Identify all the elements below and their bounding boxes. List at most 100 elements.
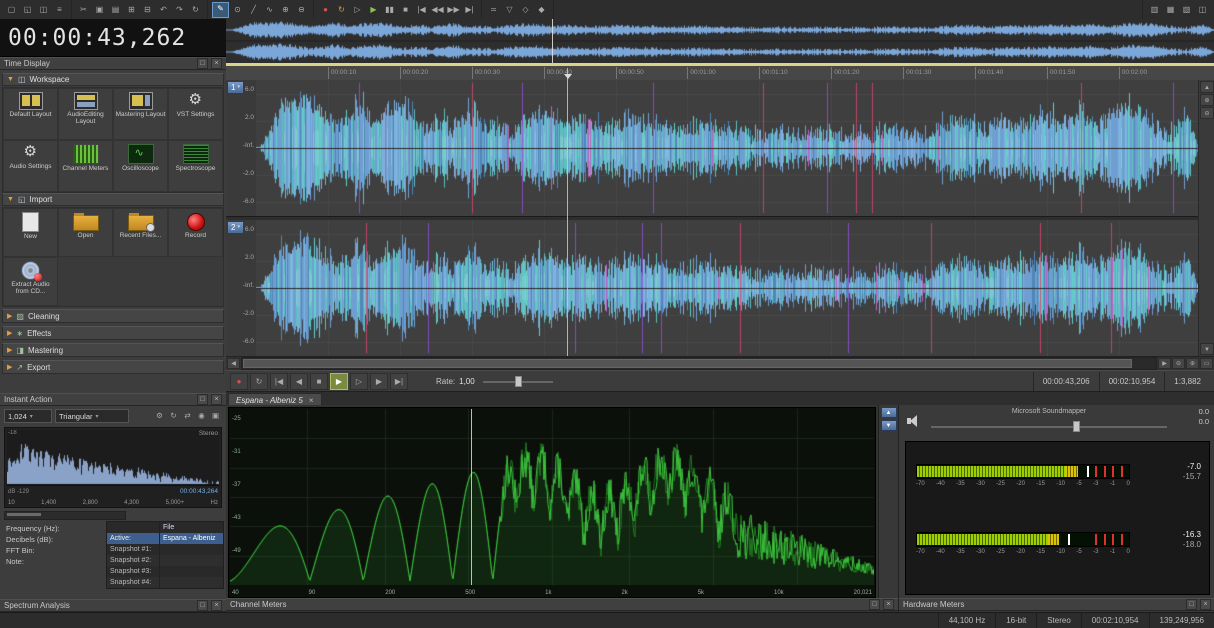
playhead-line[interactable] — [567, 68, 568, 356]
pause-icon[interactable]: ▮▮ — [382, 3, 397, 17]
workspace-item-default-layout[interactable]: Default Layout — [3, 88, 58, 140]
copy-icon[interactable]: ▣ — [92, 3, 107, 17]
workspace-item-channel-meters[interactable]: Channel Meters — [58, 140, 113, 192]
explorer-window-icon[interactable]: ◫ — [1195, 3, 1210, 17]
go-to-end-icon[interactable]: ▶| — [390, 372, 408, 390]
stop-icon[interactable]: ■ — [310, 372, 328, 390]
undock-icon[interactable]: □ — [197, 394, 208, 405]
close-icon[interactable]: × — [211, 58, 222, 69]
go-to-start-icon[interactable]: |◀ — [414, 3, 429, 17]
slider-thumb[interactable] — [1073, 421, 1080, 432]
speaker-icon[interactable] — [907, 415, 921, 427]
file-overview-strip[interactable] — [226, 19, 1214, 64]
go-to-start-icon[interactable]: |◀ — [270, 372, 288, 390]
zoom-in-vertical-icon[interactable]: ⊕ — [1200, 94, 1214, 106]
envelope-tool-icon[interactable]: ∿ — [262, 3, 277, 17]
overview-waveform-canvas[interactable] — [226, 19, 1214, 63]
snapshot-camera-icon[interactable]: ◉ — [195, 409, 208, 423]
close-icon[interactable]: × — [1200, 599, 1211, 610]
zoom-selection-icon[interactable]: ▭ — [1200, 358, 1213, 369]
settings-icon[interactable]: ⚙ — [153, 409, 166, 423]
zoom-in-icon[interactable]: ⊕ — [278, 3, 293, 17]
fft-size-select[interactable]: 1,024 ▾ — [4, 409, 52, 423]
scroll-thumb[interactable] — [7, 513, 41, 516]
zoom-in-time-icon[interactable]: ⊕ — [1186, 358, 1199, 369]
slider-thumb[interactable] — [514, 375, 522, 387]
scroll-left-icon[interactable]: ◀ — [227, 358, 240, 369]
output-gain-slider[interactable] — [931, 421, 1167, 432]
undock-icon[interactable]: □ — [869, 599, 880, 610]
new-file-icon[interactable]: ▢ — [4, 3, 19, 17]
redo-icon[interactable]: ↷ — [172, 3, 187, 17]
play-normal-icon[interactable]: ▷ — [350, 372, 368, 390]
window-function-select[interactable]: Triangular ▾ — [55, 409, 129, 423]
scrollbar-thumb[interactable] — [243, 359, 1132, 368]
workspace-item-audio-settings[interactable]: Audio Settings — [3, 140, 58, 192]
sync-icon[interactable]: ⇄ — [181, 409, 194, 423]
marker-icon[interactable]: ▽ — [502, 3, 517, 17]
mixer-window-icon[interactable]: ▥ — [1147, 3, 1162, 17]
refresh-icon[interactable]: ↻ — [167, 409, 180, 423]
channel-2-waveform-canvas[interactable] — [256, 220, 1198, 356]
section-cleaning[interactable]: ▶ ▨ Cleaning — [2, 309, 224, 323]
section-mastering[interactable]: ▶ ◨ Mastering — [2, 343, 224, 357]
undo-icon[interactable]: ↶ — [156, 3, 171, 17]
forward-icon[interactable]: ▶ — [370, 372, 388, 390]
scroll-up-icon[interactable]: ▲ — [1200, 81, 1214, 93]
table-row-active[interactable]: Active: Espana - Albeniz — [107, 533, 223, 544]
forward-icon[interactable]: ▶▶ — [446, 3, 461, 17]
channel-1-waveform-canvas[interactable] — [256, 80, 1198, 216]
save-icon[interactable]: ◫ — [36, 3, 51, 17]
section-effects[interactable]: ▶ ∗ Effects — [2, 326, 224, 340]
channel-1-wave-area[interactable] — [256, 80, 1198, 216]
undock-icon[interactable]: □ — [1186, 599, 1197, 610]
region-icon[interactable]: ◇ — [518, 3, 533, 17]
close-icon[interactable]: × — [883, 599, 894, 610]
snap-icon[interactable]: ≍ — [486, 3, 501, 17]
playhead-marker-icon[interactable] — [564, 74, 572, 79]
plugin-chain-icon[interactable]: ▧ — [1179, 3, 1194, 17]
rewind-icon[interactable]: ◀ — [290, 372, 308, 390]
import-item-record[interactable]: Record — [168, 208, 223, 257]
cut-icon[interactable]: ✂ — [76, 3, 91, 17]
close-icon[interactable]: × — [211, 394, 222, 405]
zoom-out-vertical-icon[interactable]: ⊖ — [1200, 107, 1214, 119]
repeat-icon[interactable]: ↻ — [188, 3, 203, 17]
slider-track[interactable] — [931, 426, 1167, 428]
loop-playback-icon[interactable]: ↻ — [250, 372, 268, 390]
spectrum-scrollbar[interactable] — [4, 511, 126, 520]
scroll-right-icon[interactable]: ▶ — [1158, 358, 1171, 369]
properties-icon[interactable]: ≡ — [52, 3, 67, 17]
rate-slider[interactable] — [482, 375, 553, 387]
table-row-snapshot[interactable]: Snapshot #2: — [107, 555, 223, 566]
workspace-item-audioediting-layout[interactable]: AudioEditing Layout — [58, 88, 113, 140]
command-icon[interactable]: ◆ — [534, 3, 549, 17]
section-export[interactable]: ▶ ↗ Export — [2, 360, 224, 374]
open-file-icon[interactable]: ◱ — [20, 3, 35, 17]
mix-icon[interactable]: ⊞ — [124, 3, 139, 17]
play-icon[interactable]: ▶ — [366, 3, 381, 17]
edit-tool-icon[interactable]: ✎ — [212, 1, 229, 18]
workspace-item-oscilloscope[interactable]: Oscilloscope — [113, 140, 168, 192]
channel-1-badge[interactable]: 1 ▾ — [227, 81, 244, 94]
close-icon[interactable]: × — [211, 600, 222, 611]
zoom-out-time-icon[interactable]: ⊖ — [1172, 358, 1185, 369]
table-row-snapshot[interactable]: Snapshot #3: — [107, 566, 223, 577]
undock-icon[interactable]: □ — [197, 58, 208, 69]
hold-icon[interactable]: ▣ — [209, 409, 222, 423]
stop-icon[interactable]: ■ — [398, 3, 413, 17]
play-all-icon[interactable]: ▷ — [350, 3, 365, 17]
record-icon[interactable]: ● — [230, 372, 248, 390]
import-item-recent-files[interactable]: Recent Files... — [113, 208, 168, 257]
channel-up-icon[interactable]: ▲ — [880, 407, 897, 418]
workspace-item-mastering-layout[interactable]: Mastering Layout — [113, 88, 168, 140]
magnify-tool-icon[interactable]: ⊙ — [230, 3, 245, 17]
go-to-end-icon[interactable]: ▶| — [462, 3, 477, 17]
channel-down-icon[interactable]: ▼ — [880, 420, 897, 431]
spectrum-cursor-line[interactable] — [471, 409, 472, 585]
time-ruler[interactable]: 00:00:10 00:00:20 00:00:30 00:00:40 00:00:50… — [226, 66, 1214, 81]
import-item-extract-audio-from-cd[interactable]: Extract Audio from CD... — [3, 257, 58, 306]
workspace-item-vst-settings[interactable]: VST Settings — [168, 88, 223, 140]
close-icon[interactable]: × — [309, 396, 314, 405]
rewind-icon[interactable]: ◀◀ — [430, 3, 445, 17]
